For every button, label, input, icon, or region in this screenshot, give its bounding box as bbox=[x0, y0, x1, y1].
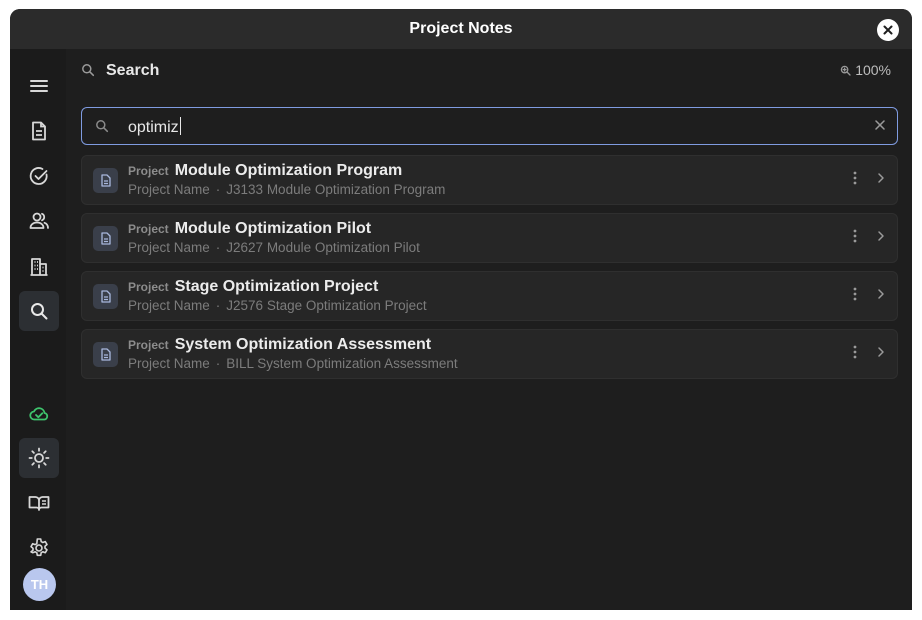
clear-search-icon[interactable] bbox=[873, 118, 887, 132]
sidebar-item-docs[interactable] bbox=[19, 483, 59, 523]
result-title: Module Optimization Program bbox=[174, 162, 403, 179]
search-input-value: optimiz bbox=[128, 117, 181, 136]
menu-button[interactable] bbox=[19, 66, 59, 106]
result-detail: J3133 Module Optimization Program bbox=[226, 182, 446, 197]
result-detail: J2627 Module Optimization Pilot bbox=[226, 240, 420, 255]
sun-icon bbox=[28, 447, 50, 469]
search-icon bbox=[31, 303, 48, 320]
zoom-value: 100% bbox=[855, 62, 891, 78]
close-icon bbox=[883, 25, 893, 35]
more-options-icon[interactable] bbox=[853, 170, 857, 186]
close-button[interactable] bbox=[877, 19, 899, 41]
window-title: Project Notes bbox=[409, 20, 513, 37]
sidebar: TH bbox=[10, 49, 66, 610]
cloud-check-icon bbox=[29, 407, 49, 421]
result-field-label: Project Name bbox=[128, 356, 210, 371]
result-detail: BILL System Optimization Assessment bbox=[226, 356, 458, 371]
separator: · bbox=[215, 356, 221, 371]
app-window: Project Notes TH Search 100% optimiz Pro… bbox=[10, 9, 912, 610]
search-input[interactable]: optimiz bbox=[81, 107, 898, 145]
sidebar-item-settings[interactable] bbox=[19, 528, 59, 568]
sync-status[interactable] bbox=[19, 393, 59, 433]
result-field-label: Project Name bbox=[128, 182, 210, 197]
document-icon bbox=[93, 168, 118, 193]
chevron-right-icon[interactable] bbox=[877, 346, 885, 358]
document-icon bbox=[93, 226, 118, 251]
search-result-row[interactable]: Project System Optimization Assessment Pr… bbox=[81, 329, 898, 379]
more-options-icon[interactable] bbox=[853, 344, 857, 360]
chevron-right-icon[interactable] bbox=[877, 230, 885, 242]
result-type-label: Project bbox=[128, 222, 169, 236]
result-field-label: Project Name bbox=[128, 240, 210, 255]
open-book-icon bbox=[28, 496, 50, 511]
users-icon bbox=[29, 212, 49, 229]
page-title: Search bbox=[106, 62, 160, 79]
separator: · bbox=[215, 298, 221, 313]
gear-icon bbox=[30, 538, 48, 557]
document-icon bbox=[32, 121, 46, 141]
search-result-row[interactable]: Project Stage Optimization Project Projec… bbox=[81, 271, 898, 321]
document-icon bbox=[93, 342, 118, 367]
chevron-right-icon[interactable] bbox=[877, 172, 885, 184]
result-detail: J2576 Stage Optimization Project bbox=[226, 298, 427, 313]
zoom-icon bbox=[840, 65, 851, 76]
search-icon bbox=[82, 64, 95, 77]
result-type-label: Project bbox=[128, 280, 169, 294]
separator: · bbox=[215, 240, 221, 255]
search-results-list: Project Module Optimization Program Proje… bbox=[81, 155, 898, 387]
title-bar: Project Notes bbox=[10, 9, 912, 49]
search-result-row[interactable]: Project Module Optimization Program Proje… bbox=[81, 155, 898, 205]
building-icon bbox=[30, 258, 48, 276]
zoom-level[interactable]: 100% bbox=[840, 62, 891, 78]
user-avatar[interactable]: TH bbox=[23, 568, 56, 601]
search-result-row[interactable]: Project Module Optimization Pilot Project… bbox=[81, 213, 898, 263]
sidebar-item-people[interactable] bbox=[19, 201, 59, 241]
separator: · bbox=[215, 182, 221, 197]
theme-toggle[interactable] bbox=[19, 438, 59, 478]
result-title: Module Optimization Pilot bbox=[174, 220, 372, 237]
search-panel: Search 100% optimiz Project Module Optim… bbox=[67, 49, 912, 610]
document-icon bbox=[93, 284, 118, 309]
result-title: System Optimization Assessment bbox=[174, 336, 432, 353]
result-type-label: Project bbox=[128, 164, 169, 178]
check-circle-icon bbox=[29, 167, 48, 185]
chevron-right-icon[interactable] bbox=[877, 288, 885, 300]
more-options-icon[interactable] bbox=[853, 286, 857, 302]
result-title: Stage Optimization Project bbox=[174, 278, 379, 295]
result-field-label: Project Name bbox=[128, 298, 210, 313]
sidebar-item-notes[interactable] bbox=[19, 111, 59, 151]
hamburger-menu-icon bbox=[30, 80, 48, 92]
search-icon bbox=[96, 120, 109, 133]
result-type-label: Project bbox=[128, 338, 169, 352]
sidebar-item-search[interactable] bbox=[19, 291, 59, 331]
more-options-icon[interactable] bbox=[853, 228, 857, 244]
sidebar-item-tasks[interactable] bbox=[19, 156, 59, 196]
sidebar-item-companies[interactable] bbox=[19, 246, 59, 286]
page-header: Search 100% bbox=[67, 49, 912, 93]
